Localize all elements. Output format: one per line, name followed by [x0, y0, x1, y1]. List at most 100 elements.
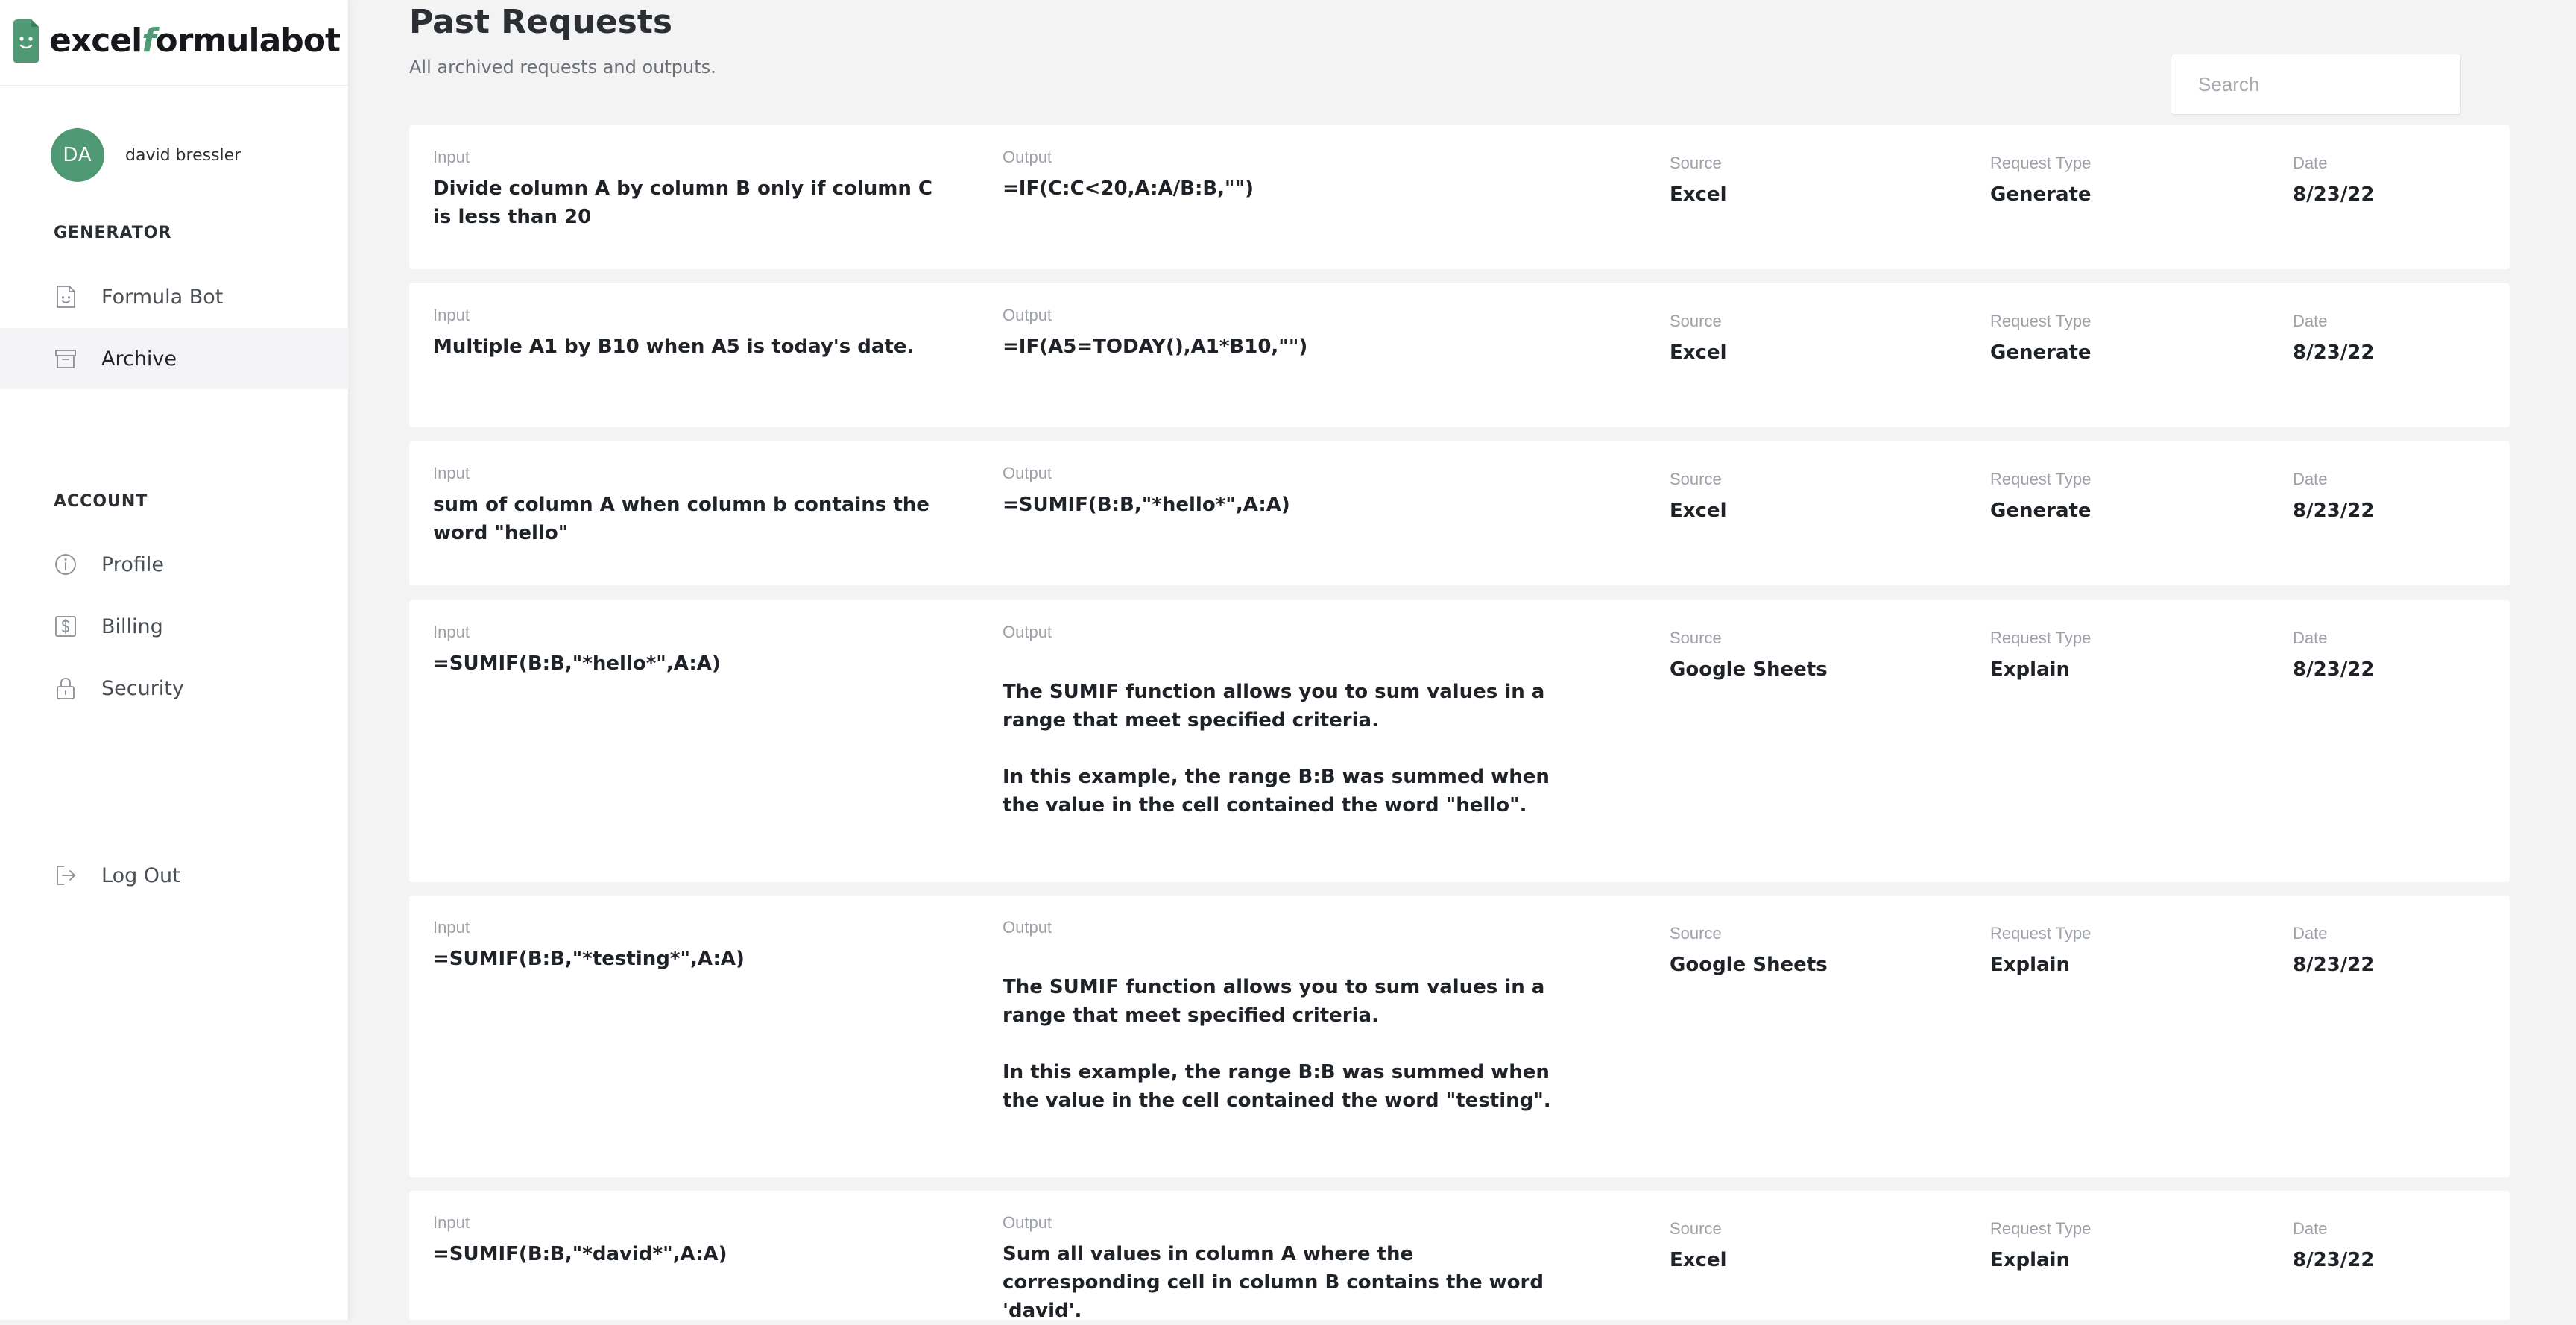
- type-value: Generate: [1990, 500, 2092, 522]
- date-value: 8/23/22: [2293, 183, 2375, 206]
- source-cell: Source Excel: [1670, 312, 1953, 367]
- input-label: Input: [433, 464, 470, 482]
- output-label: Output: [1003, 918, 1052, 937]
- date-cell: Date 8/23/22: [2293, 154, 2487, 209]
- output-label: Output: [1003, 623, 1052, 641]
- request-card[interactable]: Input Divide column A by column B only i…: [409, 125, 2510, 269]
- sidebar-item-archive[interactable]: Archive: [0, 328, 349, 389]
- lock-icon: [54, 676, 78, 701]
- output-cell: Output =SUMIF(B:B,"*hello*",A:A): [1003, 464, 1554, 519]
- user-profile[interactable]: DA david bressler: [51, 128, 241, 182]
- source-value: Excel: [1670, 1249, 1727, 1271]
- output-label: Output: [1003, 148, 1052, 166]
- archive-box-icon: [54, 346, 78, 371]
- output-paragraph: =IF(C:C<20,A:A/B:B,""): [1003, 177, 1254, 200]
- source-cell: Source Excel: [1670, 1219, 1953, 1274]
- output-cell: Output =IF(A5=TODAY(),A1*B10,""): [1003, 306, 1554, 361]
- type-label: Request Type: [1990, 312, 2092, 330]
- output-paragraph: =IF(A5=TODAY(),A1*B10,""): [1003, 336, 1308, 358]
- source-value: Excel: [1670, 183, 1727, 206]
- source-cell: Source Google Sheets: [1670, 629, 1953, 684]
- date-cell: Date 8/23/22: [2293, 629, 2487, 684]
- output-cell: Output The SUMIF function allows you to …: [1003, 623, 1554, 819]
- type-cell: Request Type Explain: [1990, 924, 2258, 979]
- output-value: =IF(C:C<20,A:A/B:B,""): [1003, 174, 1554, 203]
- info-circle-icon: [54, 552, 78, 577]
- input-value: Divide column A by column B only if colu…: [433, 177, 932, 228]
- type-cell: Request Type Generate: [1990, 470, 2258, 525]
- request-card[interactable]: Input =SUMIF(B:B,"*testing*",A:A) Output…: [409, 896, 2510, 1177]
- sidebar: excelformulabot DA david bressler GENERA…: [0, 0, 349, 1320]
- logo-mark-icon: [13, 19, 39, 63]
- request-card[interactable]: Input Multiple A1 by B10 when A5 is toda…: [409, 283, 2510, 427]
- source-cell: Source Excel: [1670, 154, 1953, 209]
- source-label: Source: [1670, 154, 1722, 172]
- output-paragraph: In this example, the range B:B was summe…: [1003, 766, 1550, 816]
- output-label: Output: [1003, 1213, 1052, 1232]
- input-label: Input: [433, 148, 470, 166]
- date-label: Date: [2293, 312, 2328, 330]
- source-label: Source: [1670, 312, 1722, 330]
- sidebar-item-billing[interactable]: Billing: [0, 596, 349, 657]
- sidebar-item-label: Archive: [101, 347, 177, 371]
- date-value: 8/23/22: [2293, 1249, 2375, 1271]
- type-label: Request Type: [1990, 924, 2092, 942]
- source-value: Excel: [1670, 500, 1727, 522]
- source-cell: Source Google Sheets: [1670, 924, 1953, 979]
- output-value: =SUMIF(B:B,"*hello*",A:A): [1003, 491, 1554, 519]
- input-value: =SUMIF(B:B,"*testing*",A:A): [433, 948, 745, 970]
- section-label-account: ACCOUNT: [54, 492, 148, 511]
- input-cell: Input Divide column A by column B only i…: [433, 148, 955, 231]
- output-label: Output: [1003, 306, 1052, 324]
- source-cell: Source Excel: [1670, 470, 1953, 525]
- type-value: Generate: [1990, 183, 2092, 206]
- request-card[interactable]: Input =SUMIF(B:B,"*david*",A:A) Output S…: [409, 1191, 2510, 1322]
- input-cell: Input sum of column A when column b cont…: [433, 464, 955, 547]
- date-cell: Date 8/23/22: [2293, 312, 2487, 367]
- brand-logo[interactable]: excelformulabot: [10, 15, 341, 66]
- source-value: Google Sheets: [1670, 954, 1828, 976]
- date-value: 8/23/22: [2293, 342, 2375, 364]
- input-cell: Input =SUMIF(B:B,"*hello*",A:A): [433, 623, 955, 678]
- logout-label: Log Out: [101, 863, 180, 887]
- type-value: Explain: [1990, 658, 2071, 681]
- type-label: Request Type: [1990, 470, 2092, 488]
- output-paragraph: Sum all values in column A where the cor…: [1003, 1243, 1544, 1322]
- request-card[interactable]: Input sum of column A when column b cont…: [409, 441, 2510, 585]
- avatar[interactable]: DA: [51, 128, 104, 182]
- logout-icon: [54, 863, 78, 888]
- output-cell: Output Sum all values in column A where …: [1003, 1213, 1554, 1325]
- section-label-generator: GENERATOR: [54, 224, 172, 242]
- source-label: Source: [1670, 470, 1722, 488]
- output-value: The SUMIF function allows you to sum val…: [1003, 973, 1554, 1115]
- user-name: david bressler: [125, 145, 242, 165]
- output-value: Sum all values in column A where the cor…: [1003, 1240, 1554, 1325]
- output-cell: Output The SUMIF function allows you to …: [1003, 918, 1554, 1115]
- sidebar-item-label: Formula Bot: [101, 285, 224, 309]
- type-cell: Request Type Explain: [1990, 1219, 2258, 1274]
- input-label: Input: [433, 306, 470, 324]
- type-cell: Request Type Explain: [1990, 629, 2258, 684]
- request-card[interactable]: Input =SUMIF(B:B,"*hello*",A:A) Output T…: [409, 600, 2510, 882]
- sidebar-item-label: Security: [101, 676, 184, 700]
- type-value: Explain: [1990, 954, 2071, 976]
- input-cell: Input =SUMIF(B:B,"*david*",A:A): [433, 1213, 955, 1268]
- input-label: Input: [433, 1213, 470, 1232]
- sidebar-item-formula-bot[interactable]: Formula Bot: [0, 266, 349, 327]
- source-label: Source: [1670, 1219, 1722, 1238]
- search-input[interactable]: [2171, 54, 2461, 115]
- sidebar-item-profile[interactable]: Profile: [0, 534, 349, 595]
- input-value: =SUMIF(B:B,"*hello*",A:A): [433, 652, 721, 675]
- date-value: 8/23/22: [2293, 954, 2375, 976]
- sidebar-item-security[interactable]: Security: [0, 658, 349, 719]
- source-value: Google Sheets: [1670, 658, 1828, 681]
- date-label: Date: [2293, 154, 2328, 172]
- output-value: The SUMIF function allows you to sum val…: [1003, 678, 1554, 819]
- date-value: 8/23/22: [2293, 658, 2375, 681]
- output-value: =IF(A5=TODAY(),A1*B10,""): [1003, 333, 1554, 361]
- output-paragraph: =SUMIF(B:B,"*hello*",A:A): [1003, 494, 1290, 516]
- type-cell: Request Type Generate: [1990, 312, 2258, 367]
- type-label: Request Type: [1990, 1219, 2092, 1238]
- logout-button[interactable]: Log Out: [0, 845, 349, 906]
- input-cell: Input Multiple A1 by B10 when A5 is toda…: [433, 306, 955, 361]
